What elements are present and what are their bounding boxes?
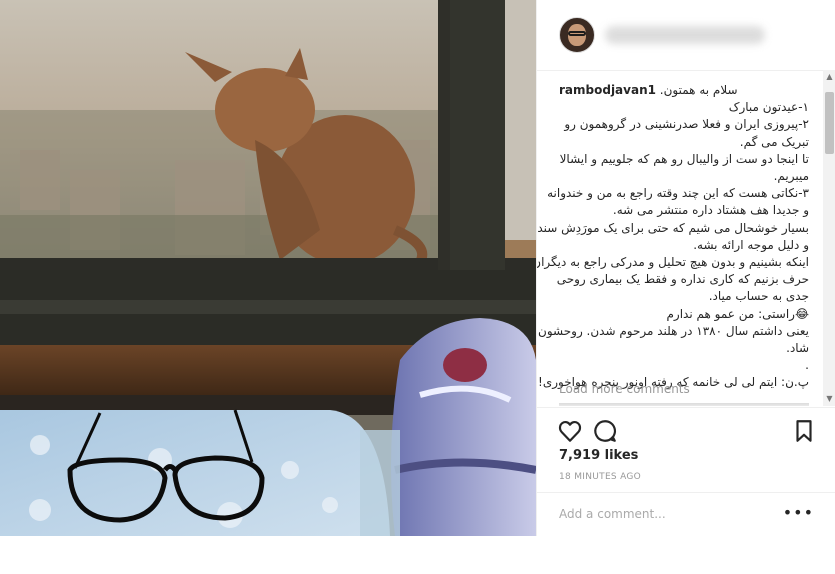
caption-line: جدی به حساب میاد. bbox=[708, 289, 809, 304]
post-photo bbox=[0, 0, 536, 536]
truncated-comment bbox=[559, 403, 809, 406]
scrollbar-thumb[interactable] bbox=[825, 92, 834, 154]
post-actions bbox=[537, 407, 835, 452]
caption-line: ۲-پیروزی ایران و فعلا صدرنشینی در گروهمو… bbox=[564, 117, 809, 132]
scroll-down-icon[interactable]: ▼ bbox=[823, 392, 835, 406]
caption-username[interactable]: rambodjavan1 bbox=[559, 83, 656, 97]
heart-icon[interactable] bbox=[557, 418, 583, 444]
caption: rambodjavan1 سلام به همتون. ۱-عیدتون مبا… bbox=[537, 82, 810, 392]
caption-line: اینکه بشینیم و بدون هیچ تحلیل و مدرکی را… bbox=[537, 255, 809, 270]
add-comment-bar: Add a comment... ••• bbox=[537, 492, 835, 537]
comments-area[interactable]: rambodjavan1 سلام به همتون. ۱-عیدتون مبا… bbox=[537, 70, 823, 406]
likes-count[interactable]: 7,919 likes bbox=[559, 448, 638, 463]
comments-scrollbar[interactable]: ▲ ▼ bbox=[823, 70, 835, 406]
bookmark-icon[interactable] bbox=[791, 418, 817, 444]
post-timestamp[interactable]: 18 MINUTES AGO bbox=[559, 472, 641, 482]
caption-line: 😂راستی: من عمو هم ندارم bbox=[666, 306, 810, 321]
scroll-up-icon[interactable]: ▲ bbox=[823, 70, 835, 84]
load-more-comments-link[interactable]: Load more comments bbox=[559, 382, 690, 396]
caption-line: تا اینجا دو ست از والیبال رو هم که جلویی… bbox=[559, 151, 809, 166]
photo-scene bbox=[0, 0, 536, 536]
caption-line: یعنی داشتم سال ۱۳۸۰ در هلند مرحوم شدن. ر… bbox=[538, 323, 809, 338]
caption-line: حرف بزنیم که کاری نداره و فقط یک بیماری … bbox=[556, 272, 809, 287]
caption-line: تبریک می گم. bbox=[739, 134, 809, 149]
post-header bbox=[537, 0, 835, 71]
caption-line: و جدیدا هف هشتاد داره منتشر می شه. bbox=[612, 203, 809, 218]
caption-line: ۳-نکاتی هست که این چند وقته راجع به من و… bbox=[547, 186, 809, 201]
caption-line: rambodjavan1 سلام به همتون. bbox=[559, 82, 809, 99]
caption-line: ۱-عیدتون مبارک bbox=[728, 100, 809, 115]
caption-line: بسیار خوشحال می شیم که حتی برای یک مورَد… bbox=[537, 220, 809, 235]
comment-icon[interactable] bbox=[592, 418, 618, 444]
caption-line: و دلیل موجه ارائه بشه. bbox=[693, 237, 809, 252]
post-side-panel: rambodjavan1 سلام به همتون. ۱-عیدتون مبا… bbox=[536, 0, 835, 536]
profile-avatar[interactable] bbox=[559, 17, 595, 53]
caption-text: سلام به همتون. bbox=[659, 83, 738, 97]
avatar-glasses bbox=[568, 31, 586, 36]
blurred-username[interactable] bbox=[605, 26, 765, 44]
more-options-icon[interactable]: ••• bbox=[783, 503, 814, 522]
caption-line: شاد. bbox=[786, 341, 809, 356]
caption-line: . bbox=[805, 358, 809, 373]
caption-line: میبریم. bbox=[773, 169, 809, 184]
add-comment-input[interactable]: Add a comment... bbox=[559, 507, 666, 521]
